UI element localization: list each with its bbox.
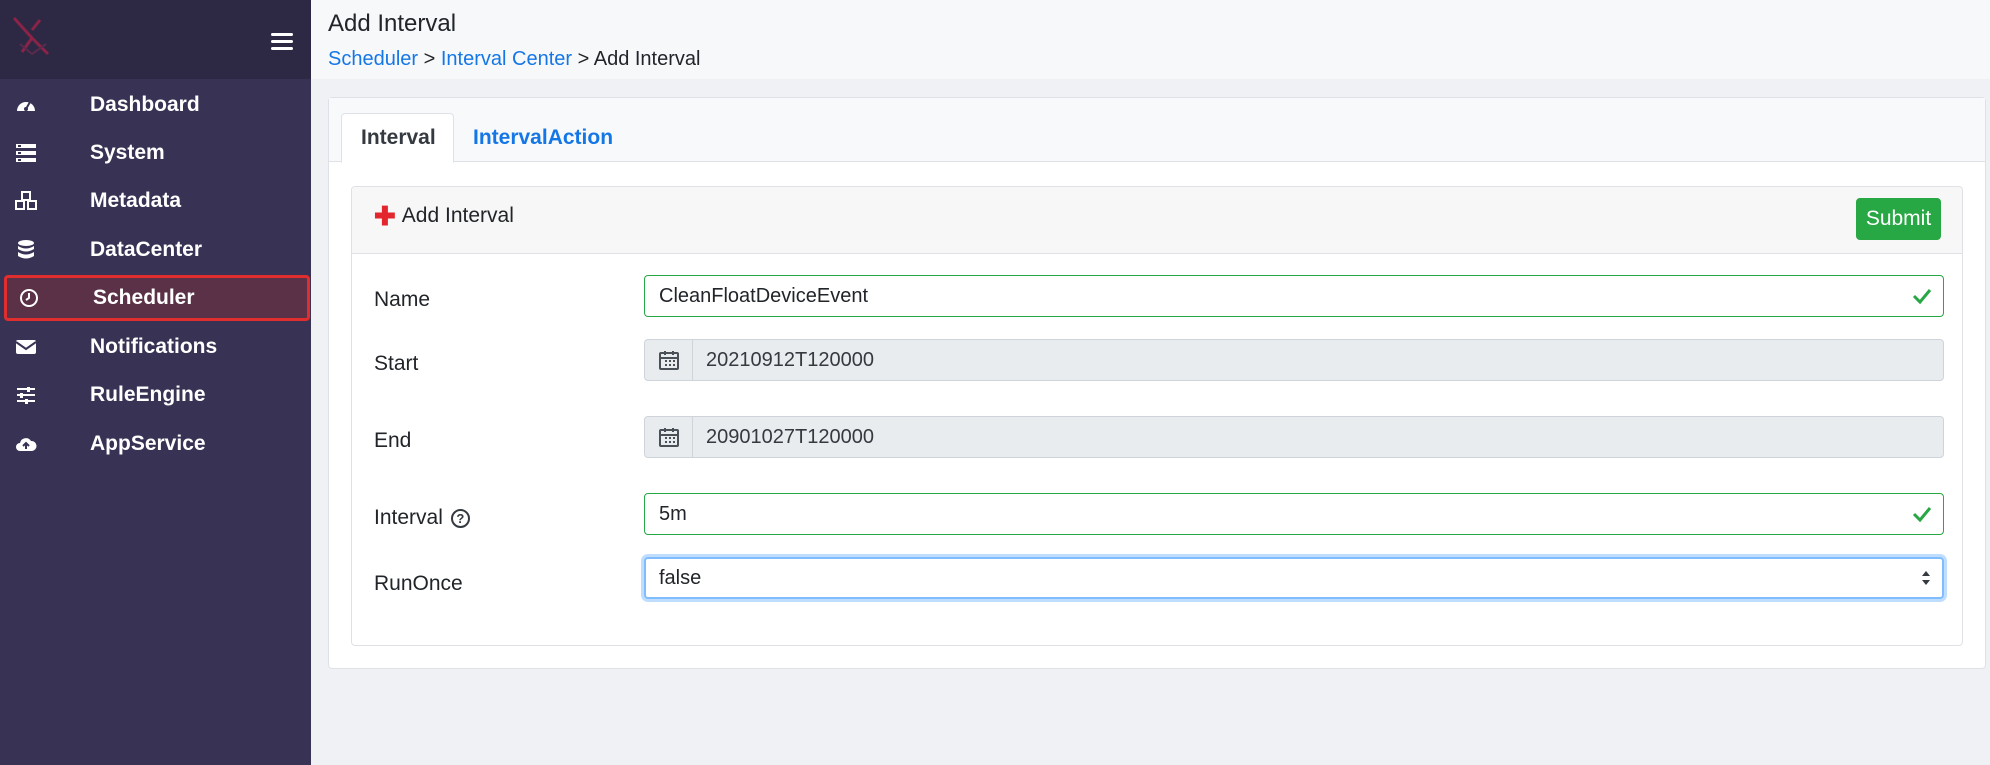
breadcrumb-separator: > [572, 48, 594, 70]
select-arrows-icon [1922, 571, 1930, 585]
start-label: Start [374, 352, 419, 375]
panel-title: ✚ Add Interval [374, 203, 514, 229]
sidebar-item-datacenter[interactable]: DataCenter [0, 227, 311, 273]
sidebar-item-label: Metadata [90, 189, 182, 212]
sidebar-item-dashboard[interactable]: Dashboard [0, 82, 311, 128]
start-value: 20210912T120000 [706, 348, 874, 371]
breadcrumb-scheduler-link[interactable]: Scheduler [328, 48, 418, 70]
interval-label-text: Interval [374, 506, 443, 529]
main-card: Interval IntervalAction ✚ Add Interval S… [328, 97, 1986, 669]
tab-interval[interactable]: Interval [341, 113, 454, 163]
sidebar-item-label: Dashboard [90, 93, 200, 116]
calendar-icon[interactable] [645, 340, 693, 380]
sliders-icon [17, 387, 35, 404]
sidebar-item-scheduler[interactable]: Scheduler [4, 275, 310, 321]
envelope-icon [15, 340, 37, 354]
start-date-field[interactable]: 20210912T120000 [644, 339, 1944, 381]
sidebar: Dashboard System Metadata DataCenter Sch… [0, 0, 311, 765]
runonce-select[interactable]: false [644, 557, 1944, 599]
submit-button[interactable]: Submit [1856, 198, 1941, 240]
sidebar-brand-bar [0, 0, 311, 79]
panel-title-text: Add Interval [401, 204, 514, 227]
cloud-upload-icon [16, 438, 37, 451]
end-value: 20901027T120000 [706, 425, 874, 448]
name-value: CleanFloatDeviceEvent [659, 284, 868, 307]
end-label: End [374, 429, 412, 452]
sidebar-item-label: Notifications [90, 335, 218, 358]
clock-icon [20, 289, 38, 307]
tab-interval-action[interactable]: IntervalAction [454, 113, 632, 163]
logo-icon[interactable] [10, 14, 54, 58]
sidebar-item-label: DataCenter [90, 238, 203, 261]
sidebar-item-system[interactable]: System [0, 130, 311, 176]
page-title: Add Interval [328, 10, 457, 37]
interval-value: 5m [659, 502, 687, 525]
panel-header: ✚ Add Interval Submit [352, 187, 1962, 254]
name-label: Name [374, 288, 431, 311]
interval-field[interactable]: 5m [644, 493, 1944, 535]
calendar-icon[interactable] [645, 417, 693, 457]
help-icon[interactable]: ? [450, 508, 470, 528]
database-icon [18, 240, 34, 259]
runonce-value: false [659, 566, 702, 589]
sidebar-item-appservice[interactable]: AppService [0, 421, 311, 467]
dashboard-icon [17, 101, 35, 111]
plus-icon: ✚ [374, 201, 396, 231]
server-icon [16, 144, 36, 162]
check-icon [1912, 507, 1932, 523]
sidebar-item-ruleengine[interactable]: RuleEngine [0, 372, 311, 418]
breadcrumb-separator: > [418, 48, 441, 70]
cubes-icon [15, 191, 37, 210]
breadcrumb-interval-center-link[interactable]: Interval Center [441, 48, 572, 70]
breadcrumb: Scheduler > Interval Center > Add Interv… [328, 48, 700, 71]
interval-label: Interval ? [374, 506, 470, 530]
menu-toggle-icon[interactable] [271, 33, 293, 51]
end-date-field[interactable]: 20901027T120000 [644, 416, 1944, 458]
runonce-label: RunOnce [374, 572, 463, 595]
sidebar-item-label: AppService [90, 432, 206, 455]
sidebar-item-notifications[interactable]: Notifications [0, 324, 311, 370]
name-field[interactable]: CleanFloatDeviceEvent [644, 275, 1944, 317]
sidebar-item-metadata[interactable]: Metadata [0, 178, 311, 224]
check-icon [1912, 289, 1932, 305]
sidebar-item-label: RuleEngine [90, 383, 206, 406]
breadcrumb-current: Add Interval [593, 48, 701, 70]
sidebar-item-label: Scheduler [93, 286, 195, 309]
sidebar-item-label: System [90, 141, 165, 164]
add-interval-panel: ✚ Add Interval Submit Name CleanFloatDev… [351, 186, 1963, 646]
